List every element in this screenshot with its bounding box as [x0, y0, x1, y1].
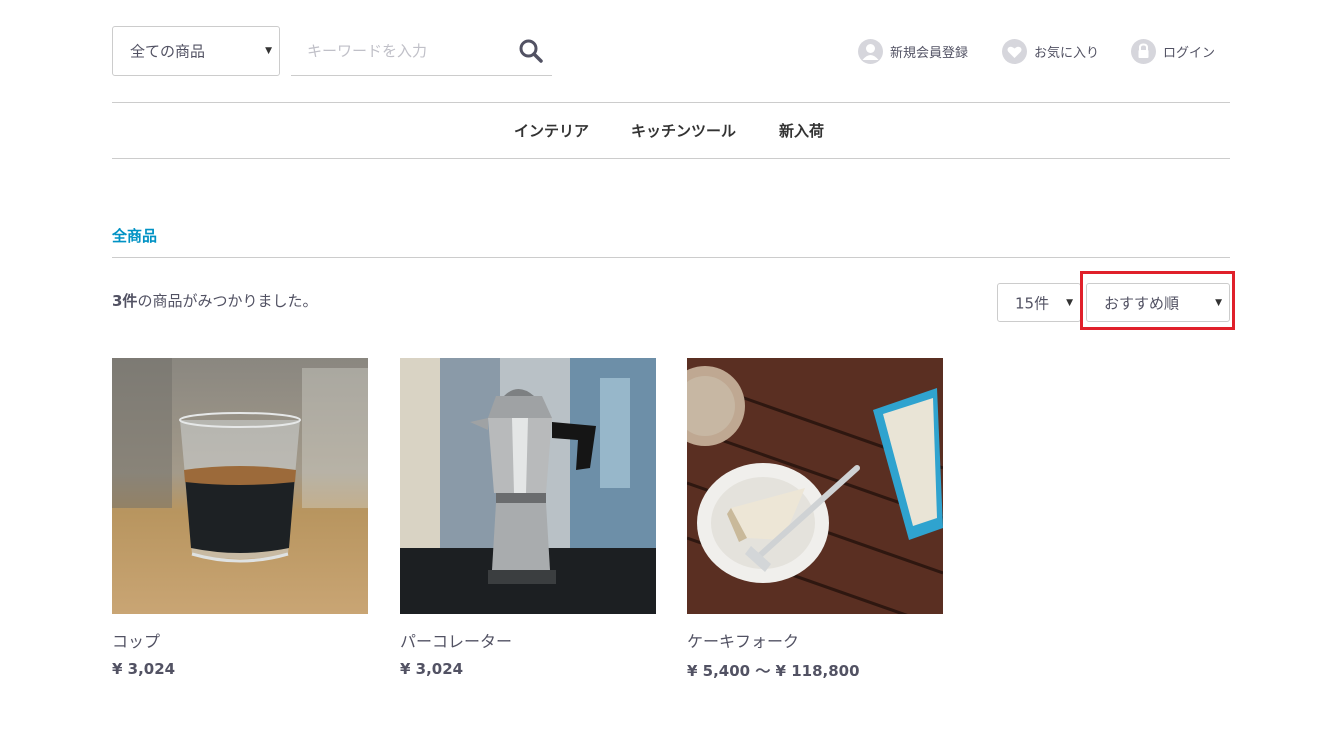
favorites-label: お気に入り	[1034, 45, 1100, 61]
search-box	[291, 26, 552, 76]
result-count-text: の商品がみつかりました。	[137, 292, 318, 310]
search-icon	[519, 39, 543, 63]
product-price: ¥ 5,400 ～ ¥ 118,800	[687, 662, 860, 680]
per-page-select[interactable]: 15件 ▼	[997, 283, 1081, 322]
result-count-number: 3件	[112, 292, 138, 310]
chevron-down-icon: ▼	[1215, 297, 1222, 308]
result-count: 3件の商品がみつかりました。	[112, 290, 317, 311]
nav-item-new-arrivals[interactable]: 新入荷	[779, 120, 824, 141]
register-label: 新規会員登録	[890, 45, 969, 61]
login-link[interactable]: ログイン	[1131, 38, 1215, 64]
sort-order-value: おすすめ順	[1104, 294, 1180, 312]
search-button[interactable]	[518, 38, 544, 64]
product-image-percolator[interactable]	[400, 358, 656, 614]
category-select-value: 全ての商品	[130, 42, 206, 61]
user-icon	[858, 38, 883, 64]
product-image-cake-fork[interactable]	[687, 358, 943, 614]
breadcrumb[interactable]: 全商品	[112, 225, 157, 246]
lock-icon	[1131, 38, 1156, 64]
nav-item-kitchen-tools[interactable]: キッチンツール	[631, 120, 736, 141]
favorites-link[interactable]: お気に入り	[1002, 38, 1099, 64]
chevron-down-icon: ▼	[265, 46, 272, 56]
nav-item-interior[interactable]: インテリア	[514, 120, 589, 141]
product-name[interactable]: ケーキフォーク	[687, 628, 799, 652]
product-name[interactable]: パーコレーター	[400, 628, 512, 652]
chevron-down-icon: ▼	[1066, 297, 1073, 308]
product-price: ¥ 3,024	[112, 660, 176, 678]
product-name[interactable]: コップ	[112, 628, 160, 652]
header-divider-top	[112, 102, 1230, 103]
search-input[interactable]	[291, 26, 524, 76]
heart-icon	[1002, 38, 1027, 64]
login-label: ログイン	[1163, 45, 1216, 61]
sort-order-select[interactable]: おすすめ順 ▼	[1086, 283, 1230, 322]
product-price: ¥ 3,024	[400, 660, 464, 678]
category-select[interactable]: 全ての商品 ▼	[112, 26, 280, 76]
register-link[interactable]: 新規会員登録	[858, 38, 968, 64]
header-divider-bottom	[112, 158, 1230, 159]
breadcrumb-divider	[112, 257, 1230, 258]
product-image-cup[interactable]	[112, 358, 368, 614]
per-page-value: 15件	[1015, 294, 1050, 312]
